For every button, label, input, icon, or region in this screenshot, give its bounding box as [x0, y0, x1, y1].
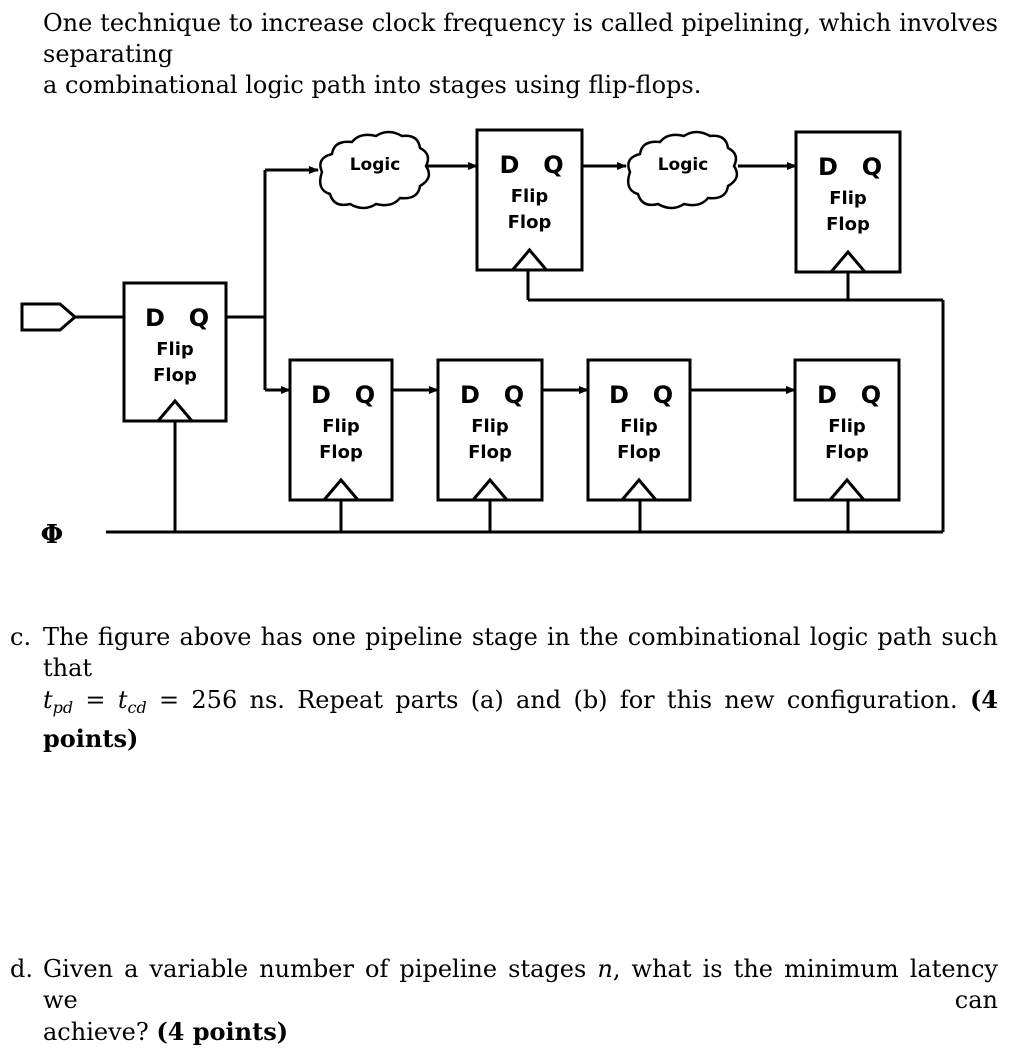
clock-symbol: Φ: [41, 520, 64, 550]
q-output-label: Q: [355, 381, 375, 409]
question-d-text-c: achieve?: [43, 1018, 157, 1046]
flip-flop-1: D Q Flip Flop: [122, 281, 228, 423]
tpd-symbol: t: [43, 686, 53, 714]
question-d: d. Given a variable number of pipeline s…: [10, 954, 998, 1048]
q-output-label: Q: [653, 381, 673, 409]
logic-label: Logic: [350, 155, 401, 175]
flip-flop-3: D Q Flip Flop: [794, 130, 902, 274]
flip-flop-2: D Q Flip Flop: [475, 128, 584, 272]
logic-cloud-1: Logic: [319, 130, 431, 210]
question-d-label: d.: [10, 955, 33, 983]
question-d-text-a: Given a variable number of pipeline stag…: [43, 955, 598, 983]
d-input-label: D: [609, 381, 629, 409]
q-output-label: Q: [504, 381, 524, 409]
flip-flop-6: D Q Flip Flop: [586, 358, 692, 502]
flop-label: Flop: [825, 442, 869, 463]
flip-label: Flip: [471, 416, 509, 437]
question-c-label: c.: [10, 623, 32, 651]
d-input-label: D: [460, 381, 480, 409]
logic-label: Logic: [658, 155, 709, 175]
intro-line-2: a combinational logic path into stages u…: [43, 71, 702, 99]
question-d-line-2: achieve? (4 points): [43, 1017, 289, 1046]
d-input-label: D: [500, 151, 520, 179]
tpd-subscript: pd: [52, 698, 74, 717]
flip-flop-4: D Q Flip Flop: [288, 358, 394, 502]
flip-label: Flip: [620, 416, 658, 437]
flop-label: Flop: [319, 442, 363, 463]
tcd-symbol: t: [117, 686, 128, 714]
q-output-label: Q: [862, 153, 882, 181]
question-c-text: = 256 ns. Repeat parts (a) and (b) for t…: [146, 686, 970, 714]
flop-label: Flop: [468, 442, 512, 463]
q-output-label: Q: [189, 304, 209, 332]
d-input-label: D: [818, 153, 838, 181]
logic-cloud-2: Logic: [627, 130, 739, 210]
question-d-line-1: Given a variable number of pipeline stag…: [43, 954, 998, 1016]
flip-flop-5: D Q Flip Flop: [436, 358, 544, 502]
flip-flop-7: D Q Flip Flop: [793, 358, 901, 502]
q-output-label: Q: [861, 381, 881, 409]
pipeline-diagram: Φ Logic Logic D QFlipFlopD QFlipFlopD QFlip…: [20, 128, 945, 550]
flip-label: Flip: [156, 339, 194, 360]
intro-line-1: One technique to increase clock frequenc…: [43, 9, 998, 68]
flop-label: Flop: [508, 212, 552, 233]
flip-label: Flip: [322, 416, 360, 437]
question-c: c. The figure above has one pipeline sta…: [10, 622, 998, 755]
flop-label: Flop: [617, 442, 661, 463]
intro-paragraph: One technique to increase clock frequenc…: [43, 8, 998, 101]
question-c-line-1: The figure above has one pipeline stage …: [43, 623, 998, 682]
question-c-line-2: tpd = tcd = 256 ns. Repeat parts (a) and…: [43, 685, 998, 753]
input-port: [20, 302, 78, 332]
tcd-subscript: cd: [127, 698, 147, 717]
d-input-label: D: [145, 304, 165, 332]
flop-label: Flop: [826, 214, 870, 235]
d-input-label: D: [311, 381, 331, 409]
flip-label: Flip: [828, 416, 866, 437]
flop-label: Flop: [153, 365, 197, 386]
variable-n: n: [597, 955, 613, 983]
equals-sign: =: [73, 686, 118, 714]
d-input-label: D: [817, 381, 837, 409]
flip-label: Flip: [829, 188, 867, 209]
flip-label: Flip: [511, 186, 549, 207]
question-d-points: (4 points): [156, 1017, 289, 1046]
q-output-label: Q: [543, 151, 563, 179]
